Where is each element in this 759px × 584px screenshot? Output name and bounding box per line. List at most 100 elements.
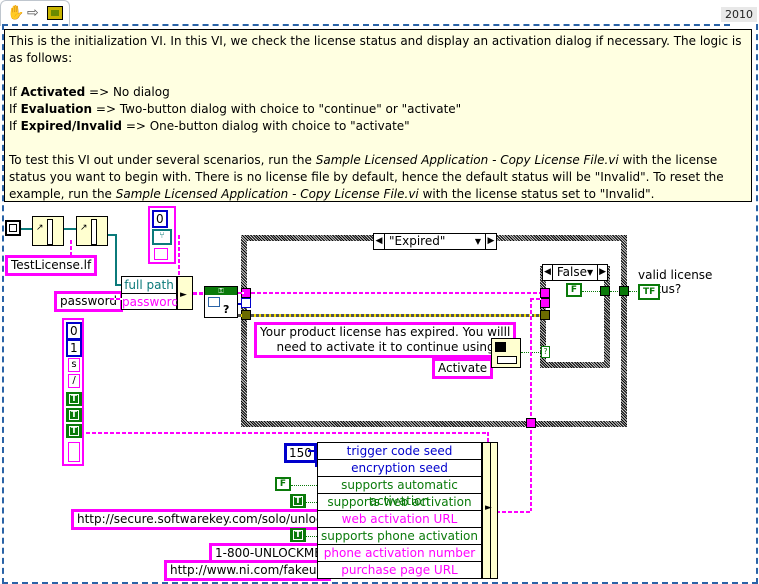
inner-tunnel-bool: ? <box>541 346 550 358</box>
string-wire <box>70 240 72 256</box>
inner-tunnel-output <box>600 286 610 296</box>
array-wire <box>86 432 488 434</box>
one-button-dialog-icon[interactable] <box>491 338 521 368</box>
bundle-field: supports phone activation <box>318 528 481 545</box>
comment-rule-expired: If Expired/Invalid => One-button dialog … <box>9 119 410 133</box>
boolean-wire <box>582 291 600 292</box>
dialog-message-constant[interactable]: Your product license has expired. You wi… <box>254 322 517 358</box>
array-element-empty <box>68 442 80 462</box>
error-wire <box>238 314 242 317</box>
supports-phone-activation-constant[interactable]: T <box>290 528 306 542</box>
dialog-icon <box>208 297 220 307</box>
bundle-field-full-path: full path <box>122 277 176 294</box>
bundle-field-password: password <box>122 295 179 309</box>
inner-tunnel-error <box>540 310 550 320</box>
password-constant[interactable]: password <box>54 291 123 312</box>
bool-element-true: T <box>66 392 82 406</box>
bundle-field: encryption seed <box>318 460 481 477</box>
valid-license-indicator[interactable]: TF <box>638 284 661 300</box>
supports-web-activation-constant[interactable]: T <box>290 494 306 508</box>
bundle-output-bar: ► <box>177 276 193 310</box>
case-selector-inner[interactable]: ◀ False ▼ ▶ <box>542 264 608 281</box>
supports-automatic-activation-constant[interactable]: F <box>275 477 291 491</box>
person-icon <box>495 342 506 352</box>
outer-tunnel-config <box>526 418 536 428</box>
build-path-icon[interactable]: ↗ <box>76 216 108 246</box>
array-index-0[interactable]: 0 <box>66 322 82 340</box>
bundle-field: supports automatic activation <box>318 477 481 508</box>
increment-arrow-icon[interactable]: ▶ <box>598 265 607 280</box>
case-structure-inner[interactable] <box>540 266 610 368</box>
array-element <box>154 248 168 260</box>
version-badge: 2010 <box>721 7 757 22</box>
increment-arrow-icon[interactable]: ▶ <box>486 234 496 249</box>
diagram-border-right <box>756 24 758 584</box>
config-wire <box>530 298 532 513</box>
check-license-subvi[interactable]: ⚿ ? <box>204 286 238 318</box>
decrement-arrow-icon[interactable]: ◀ <box>543 265 552 280</box>
dropdown-arrow-icon[interactable]: ▼ <box>587 265 593 280</box>
comment-intro: This is the initialization VI. In this V… <box>9 34 742 65</box>
error-wire <box>251 314 541 317</box>
free-label-comment: This is the initialization VI. In this V… <box>4 29 752 202</box>
path-wire <box>64 228 76 230</box>
array-element-slash: / <box>68 374 80 388</box>
config-wire <box>530 298 541 300</box>
inner-tunnel-config <box>540 298 550 308</box>
decrement-arrow-icon[interactable]: ◀ <box>374 234 384 249</box>
inner-tunnel-cluster <box>540 288 550 298</box>
key-icon: ⚿ <box>205 287 237 295</box>
string-wire <box>110 298 122 300</box>
arrow-icon[interactable]: ⇨ <box>27 5 39 21</box>
cluster-wire <box>238 292 244 294</box>
question-icon: ? <box>223 303 230 316</box>
array-index[interactable]: 0 <box>152 210 168 228</box>
config-wire <box>496 511 532 513</box>
dialog-button-constant[interactable]: Activate <box>432 358 494 379</box>
boolean-wire <box>306 502 317 503</box>
case-selector-outer[interactable]: ◀ "Expired" ▼ ▶ <box>373 233 497 250</box>
web-activation-url-constant[interactable]: http://secure.softwarekey.com/solo/unloc… <box>71 509 340 530</box>
bool-element-true: T <box>66 424 82 438</box>
strip-path-icon[interactable]: ↗ <box>32 216 64 246</box>
dropdown-arrow-icon[interactable]: ▼ <box>475 234 481 249</box>
toolbar-tab: ✋ ⇨ <box>0 0 70 26</box>
comment-test-instructions: To test this VI out under several scenar… <box>9 153 724 201</box>
path-wire <box>115 234 117 286</box>
bundle-field: trigger code seed <box>318 443 481 460</box>
purchase-url-constant[interactable]: http://www.ni.com/fakeurl <box>164 560 331 581</box>
string-array-constant[interactable]: 0 1 s / T T T <box>62 318 84 466</box>
bundle-field: purchase page URL <box>341 563 458 577</box>
diagram-border-top <box>2 24 730 26</box>
array-element-s: s <box>68 358 80 372</box>
license-file-constant[interactable]: TestLicense.lf <box>5 255 98 276</box>
boolean-wire <box>306 536 317 537</box>
bundle-output-bar: ► <box>482 442 498 579</box>
cluster-wire <box>251 292 541 294</box>
bundle-field: supports web activation <box>318 494 481 511</box>
case-selector-value: False <box>556 265 587 279</box>
false-constant[interactable]: F <box>566 283 582 297</box>
trigger-code-seed-constant[interactable]: 150 <box>284 443 317 463</box>
cluster-array-constant[interactable]: 0 ⑂ <box>148 206 176 264</box>
path-element-icon: ⑂ <box>152 229 172 245</box>
boolean-wire <box>291 485 317 486</box>
button-shape-icon <box>497 356 517 364</box>
case-selector-terminal <box>241 298 251 308</box>
comment-rule-evaluation: If Evaluation => Two-button dialog with … <box>9 102 462 116</box>
error-tunnel-input <box>241 310 251 320</box>
array-wire <box>178 235 180 277</box>
path-wire <box>21 228 32 230</box>
bundle-field: web activation URL <box>318 511 481 528</box>
bundle-by-name-large[interactable]: trigger code seed encryption seed supports… <box>317 442 482 579</box>
vi-icon[interactable] <box>47 6 63 20</box>
bundle-by-name-small[interactable]: full path password <box>121 276 179 310</box>
array-index-1[interactable]: 1 <box>66 339 82 357</box>
bool-element-true: T <box>66 408 82 422</box>
bundle-field: phone activation number <box>318 545 481 562</box>
case-selector-value: "Expired" <box>389 234 446 248</box>
comment-rule-activated: If Activated => No dialog <box>9 85 170 99</box>
enum-wire <box>238 303 242 305</box>
app-directory-icon[interactable] <box>5 220 21 236</box>
hand-icon[interactable]: ✋ <box>7 5 24 21</box>
